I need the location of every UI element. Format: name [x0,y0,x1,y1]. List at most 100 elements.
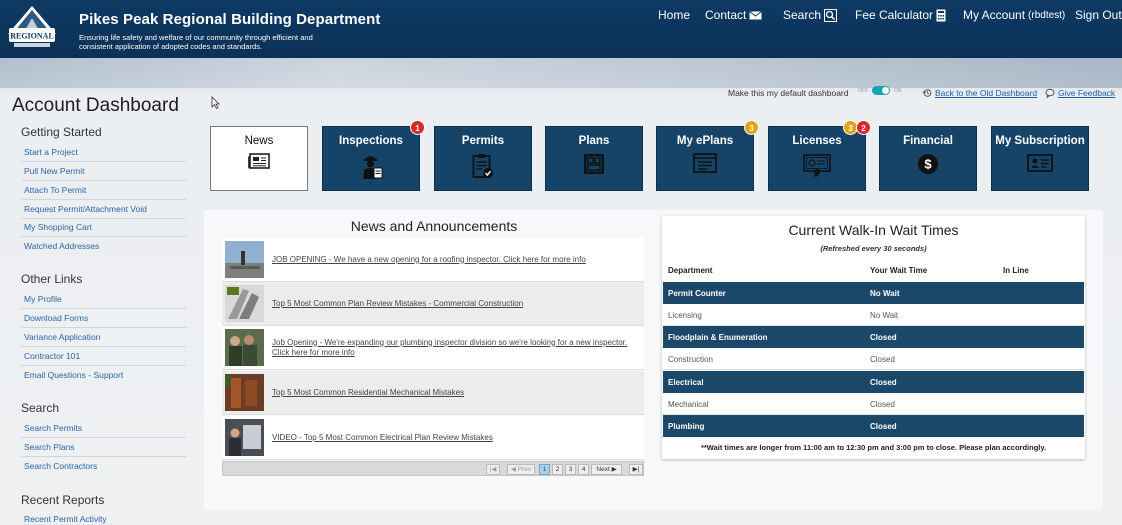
wait-department: Plumbing [668,422,705,431]
news-item[interactable]: JOB OPENING - We have a new opening for … [222,238,644,282]
tile-licenses-label: Licenses [792,135,842,147]
first-page-button[interactable]: |◀ [486,464,500,475]
table-row: Construction Closed [663,348,1084,370]
tile-my-eplans[interactable]: 3 My ePlans [656,120,759,191]
give-feedback-link[interactable]: Give Feedback [1045,88,1115,98]
calculator-icon [936,9,946,21]
inspector-icon [363,156,383,179]
tile-my-subscription[interactable]: My Subscription [991,126,1089,191]
wait-time-value: Closed [870,355,895,364]
sidebar-link-start-project[interactable]: Start a Project [21,143,186,162]
wait-col-wait-time: Your Wait Time [870,266,928,275]
nav-search[interactable]: Search [783,8,838,22]
nav-my-account[interactable]: My Account (rbdtest) [963,8,1065,22]
wait-department: Mechanical [668,400,709,409]
news-thumbnail [225,419,264,456]
svg-text:$: $ [924,157,932,172]
news-item-link[interactable]: JOB OPENING - We have a new opening for … [272,238,634,281]
tile-my-subscription-label: My Subscription [995,135,1085,147]
news-item-link[interactable]: Top 5 Most Common Plan Review Mistakes -… [272,282,634,325]
toggle-on-label: ON [894,87,902,94]
give-feedback-label: Give Feedback [1058,88,1116,98]
news-item-link[interactable]: Job Opening - We're expanding our plumbi… [272,326,634,369]
back-to-old-dashboard-link[interactable]: Back to the Old Dashboard [922,88,1037,98]
eplans-badge: 3 [744,120,759,135]
tile-inspections[interactable]: 1 Inspections [322,120,425,191]
nav-home[interactable]: Home [658,8,690,22]
toggle-switch[interactable] [872,86,890,95]
ppbrd-logo[interactable]: REGIONAL [6,4,58,52]
wait-department: Electrical [668,378,704,387]
history-icon [922,89,932,97]
site-title[interactable]: Pikes Peak Regional Building Department [79,11,380,28]
sidebar-link-recent-permit-activity[interactable]: Recent Permit Activity [21,510,186,525]
mouse-cursor-icon [211,96,220,109]
table-row: Permit Counter No Wait [663,282,1084,304]
sidebar-link-my-profile[interactable]: My Profile [21,290,186,309]
news-item[interactable]: VIDEO - Top 5 Most Common Electrical Pla… [222,416,644,460]
sidebar-link-email-support[interactable]: Email Questions - Support [21,366,186,385]
page-button-3[interactable]: 3 [565,464,576,475]
page-title: Account Dashboard [12,95,179,116]
sidebar-link-shopping-cart[interactable]: My Shopping Cart [21,218,186,237]
table-row: Electrical Closed [663,371,1084,393]
sidebar-link-pull-new-permit[interactable]: Pull New Permit [21,162,186,181]
page-button-2[interactable]: 2 [552,464,563,475]
certificate-icon [803,154,831,177]
sidebar-link-request-void[interactable]: Request Permit/Attachment Void [21,200,186,219]
news-thumbnail [225,285,264,322]
news-item-link[interactable]: Top 5 Most Common Residential Mechanical… [272,371,634,414]
nav-my-account-label: My Account [963,8,1026,22]
news-item[interactable]: Top 5 Most Common Residential Mechanical… [222,371,644,415]
default-dashboard-toggle[interactable]: OFF ON [858,86,902,95]
tile-permits[interactable]: Permits [434,126,532,191]
site-tagline: Ensuring life safety and welfare of our … [79,33,313,51]
sidebar-link-search-permits[interactable]: Search Permits [21,419,186,438]
blueprint-icon [584,154,604,174]
wait-time-value: Closed [870,422,897,431]
last-page-button[interactable]: ▶| [629,464,643,475]
tile-plans[interactable]: Plans [545,126,643,191]
table-row: Mechanical Closed [663,393,1084,415]
sidebar-link-watched-addresses[interactable]: Watched Addresses [21,237,186,256]
tile-financial-label: Financial [903,135,953,147]
wait-time-value: No Wait [870,311,899,320]
sidebar-link-contractor-101[interactable]: Contractor 101 [21,347,186,366]
news-thumbnail [225,374,264,411]
tile-financial[interactable]: Financial $ [879,126,977,191]
sidebar-link-attach-to-permit[interactable]: Attach To Permit [21,181,186,200]
wait-department: Licensing [668,311,702,320]
newspaper-icon [248,153,270,169]
news-item-link[interactable]: VIDEO - Top 5 Most Common Electrical Pla… [272,416,634,459]
top-navbar: REGIONAL Pikes Peak Regional Building De… [0,0,1122,58]
prev-page-button[interactable]: ◀ Prev [507,464,535,475]
table-row: Plumbing Closed [663,415,1084,437]
tile-my-eplans-label: My ePlans [676,135,734,147]
wait-department: Construction [668,355,713,364]
logo-text: REGIONAL [10,32,54,41]
sidebar-link-variance-application[interactable]: Variance Application [21,328,186,347]
sidebar-link-search-plans[interactable]: Search Plans [21,438,186,457]
dollar-icon: $ [918,154,938,174]
nav-search-label: Search [783,8,822,22]
tile-licenses[interactable]: 3 2 Licenses [768,120,871,191]
news-thumbnail [225,241,264,278]
nav-fee-calculator[interactable]: Fee Calculator [855,8,946,22]
sidebar-link-download-forms[interactable]: Download Forms [21,309,186,328]
inspections-badge: 1 [410,120,425,135]
page-button-1[interactable]: 1 [539,464,550,475]
next-page-button[interactable]: Next ▶ [591,464,622,475]
sidebar-heading-other-links: Other Links [21,272,83,286]
news-item[interactable]: Top 5 Most Common Plan Review Mistakes -… [222,282,644,326]
monitor-icon [693,153,717,173]
nav-contact[interactable]: Contact [705,8,763,22]
sidebar-link-search-contractors[interactable]: Search Contractors [21,457,186,476]
news-item[interactable]: Job Opening - We're expanding our plumbi… [222,326,644,370]
table-row: Licensing No Wait [663,304,1084,326]
wait-times-subtitle: (Refreshed every 30 seconds) [820,244,927,253]
wait-times-note: **Wait times are longer from 11:00 am to… [700,443,1047,452]
nav-sign-out[interactable]: Sign Out [1075,8,1122,22]
tile-news[interactable]: News [210,126,308,191]
licenses-badge-red: 2 [856,120,871,135]
page-button-4[interactable]: 4 [578,464,589,475]
